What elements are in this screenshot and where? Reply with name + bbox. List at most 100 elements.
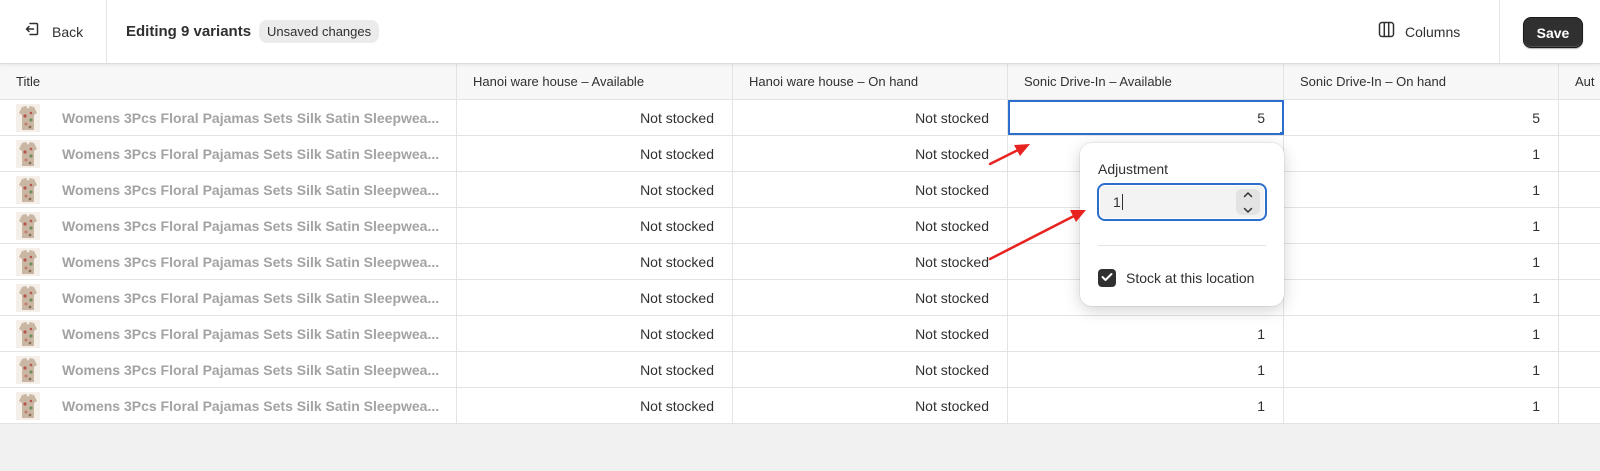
hanoi-available-cell[interactable]: Not stocked (457, 172, 733, 207)
exit-arrow-icon (24, 21, 40, 42)
variant-title: Womens 3Pcs Floral Pajamas Sets Silk Sat… (62, 361, 440, 378)
variant-title: Womens 3Pcs Floral Pajamas Sets Silk Sat… (62, 181, 440, 198)
sonic-available-cell-selected[interactable]: 5 (1008, 100, 1284, 135)
column-header-title[interactable]: Title (0, 64, 457, 99)
title-cell[interactable]: Womens 3Pcs Floral Pajamas Sets Silk Sat… (0, 244, 457, 279)
column-header-sonic-available[interactable]: Sonic Drive-In – Available (1008, 64, 1284, 99)
sonic-available-cell[interactable]: 1 (1008, 316, 1284, 351)
hanoi-available-cell[interactable]: Not stocked (457, 280, 733, 315)
columns-label: Columns (1405, 23, 1461, 40)
popover-divider (1098, 245, 1266, 246)
truncated-cell[interactable] (1559, 316, 1600, 351)
truncated-cell[interactable] (1559, 136, 1600, 171)
product-thumbnail (16, 283, 40, 312)
chevron-up-icon[interactable] (1242, 186, 1254, 202)
table-row: Womens 3Pcs Floral Pajamas Sets Silk Sat… (0, 280, 1600, 316)
sonic-on-hand-cell[interactable]: 1 (1284, 388, 1559, 423)
sonic-on-hand-cell[interactable]: 1 (1284, 316, 1559, 351)
hanoi-on-hand-cell[interactable]: Not stocked (733, 244, 1008, 279)
column-header-hanoi-available[interactable]: Hanoi ware house – Available (457, 64, 733, 99)
sonic-on-hand-cell[interactable]: 1 (1284, 172, 1559, 207)
sonic-on-hand-cell[interactable]: 5 (1284, 100, 1559, 135)
hanoi-available-cell[interactable]: Not stocked (457, 208, 733, 243)
truncated-cell[interactable] (1559, 352, 1600, 387)
back-button[interactable]: Back (0, 0, 107, 63)
sonic-on-hand-cell[interactable]: 1 (1284, 244, 1559, 279)
sonic-on-hand-cell[interactable]: 1 (1284, 136, 1559, 171)
hanoi-available-cell[interactable]: Not stocked (457, 316, 733, 351)
quantity-stepper[interactable] (1236, 189, 1260, 215)
hanoi-on-hand-cell[interactable]: Not stocked (733, 172, 1008, 207)
title-cell[interactable]: Womens 3Pcs Floral Pajamas Sets Silk Sat… (0, 136, 457, 171)
title-cell[interactable]: Womens 3Pcs Floral Pajamas Sets Silk Sat… (0, 388, 457, 423)
sonic-on-hand-cell[interactable]: 1 (1284, 352, 1559, 387)
table-row: Womens 3Pcs Floral Pajamas Sets Silk Sat… (0, 100, 1600, 136)
hanoi-on-hand-cell[interactable]: Not stocked (733, 280, 1008, 315)
title-cell[interactable]: Womens 3Pcs Floral Pajamas Sets Silk Sat… (0, 100, 457, 135)
title-cell[interactable]: Womens 3Pcs Floral Pajamas Sets Silk Sat… (0, 316, 457, 351)
truncated-cell[interactable] (1559, 388, 1600, 423)
variant-title: Womens 3Pcs Floral Pajamas Sets Silk Sat… (62, 217, 440, 234)
table-row: Womens 3Pcs Floral Pajamas Sets Silk Sat… (0, 316, 1600, 352)
column-header-sonic-on-hand[interactable]: Sonic Drive-In – On hand (1284, 64, 1559, 99)
title-cell[interactable]: Womens 3Pcs Floral Pajamas Sets Silk Sat… (0, 352, 457, 387)
table-row: Womens 3Pcs Floral Pajamas Sets Silk Sat… (0, 172, 1600, 208)
columns-icon (1378, 21, 1395, 43)
hanoi-on-hand-cell[interactable]: Not stocked (733, 100, 1008, 135)
stock-at-location-label: Stock at this location (1126, 270, 1255, 286)
title-cell[interactable]: Womens 3Pcs Floral Pajamas Sets Silk Sat… (0, 280, 457, 315)
hanoi-on-hand-cell[interactable]: Not stocked (733, 352, 1008, 387)
truncated-cell[interactable] (1559, 244, 1600, 279)
hanoi-available-cell[interactable]: Not stocked (457, 244, 733, 279)
hanoi-available-cell[interactable]: Not stocked (457, 352, 733, 387)
table-row: Womens 3Pcs Floral Pajamas Sets Silk Sat… (0, 208, 1600, 244)
hanoi-available-cell[interactable]: Not stocked (457, 388, 733, 423)
title-cell[interactable]: Womens 3Pcs Floral Pajamas Sets Silk Sat… (0, 172, 457, 207)
hanoi-available-cell[interactable]: Not stocked (457, 100, 733, 135)
variant-title: Womens 3Pcs Floral Pajamas Sets Silk Sat… (62, 289, 440, 306)
variant-title: Womens 3Pcs Floral Pajamas Sets Silk Sat… (62, 253, 440, 270)
column-header-truncated[interactable]: Aut (1559, 64, 1600, 99)
checkbox-checked[interactable] (1098, 269, 1116, 287)
product-thumbnail (16, 139, 40, 168)
sonic-available-cell[interactable]: 1 (1008, 352, 1284, 387)
status-badge: Unsaved changes (259, 20, 380, 43)
toolbar-divider (1499, 0, 1500, 63)
chevron-down-icon[interactable] (1242, 202, 1254, 218)
adjustment-value: 1 (1113, 194, 1121, 210)
hanoi-on-hand-cell[interactable]: Not stocked (733, 388, 1008, 423)
adjustment-label: Adjustment (1098, 161, 1169, 177)
truncated-cell[interactable] (1559, 280, 1600, 315)
top-bar: Back Editing 9 variants Unsaved changes … (0, 0, 1600, 64)
truncated-cell[interactable] (1559, 172, 1600, 207)
hanoi-on-hand-cell[interactable]: Not stocked (733, 136, 1008, 171)
title-area: Editing 9 variants Unsaved changes (126, 0, 380, 63)
table-row: Womens 3Pcs Floral Pajamas Sets Silk Sat… (0, 352, 1600, 388)
hanoi-on-hand-cell[interactable]: Not stocked (733, 316, 1008, 351)
truncated-cell[interactable] (1559, 208, 1600, 243)
table-row: Womens 3Pcs Floral Pajamas Sets Silk Sat… (0, 388, 1600, 424)
table-row: Womens 3Pcs Floral Pajamas Sets Silk Sat… (0, 244, 1600, 280)
column-header-hanoi-on-hand[interactable]: Hanoi ware house – On hand (733, 64, 1008, 99)
save-button[interactable]: Save (1523, 17, 1583, 48)
table-row: Womens 3Pcs Floral Pajamas Sets Silk Sat… (0, 136, 1600, 172)
title-cell[interactable]: Womens 3Pcs Floral Pajamas Sets Silk Sat… (0, 208, 457, 243)
hanoi-available-cell[interactable]: Not stocked (457, 136, 733, 171)
variants-grid: Title Hanoi ware house – Available Hanoi… (0, 64, 1600, 424)
sonic-available-cell[interactable]: 1 (1008, 388, 1284, 423)
truncated-cell[interactable] (1559, 100, 1600, 135)
hanoi-on-hand-cell[interactable]: Not stocked (733, 208, 1008, 243)
sonic-on-hand-cell[interactable]: 1 (1284, 208, 1559, 243)
product-thumbnail (16, 211, 40, 240)
checkmark-icon (1101, 269, 1113, 287)
adjustment-input[interactable]: 1 (1097, 183, 1267, 221)
text-caret (1121, 194, 1123, 210)
product-thumbnail (16, 247, 40, 276)
sonic-on-hand-cell[interactable]: 1 (1284, 280, 1559, 315)
stock-at-location-checkbox[interactable]: Stock at this location (1098, 269, 1254, 287)
product-thumbnail (16, 103, 40, 132)
variant-title: Womens 3Pcs Floral Pajamas Sets Silk Sat… (62, 145, 440, 162)
variant-title: Womens 3Pcs Floral Pajamas Sets Silk Sat… (62, 325, 440, 342)
adjustment-popover: Adjustment 1 Stock at this location (1080, 143, 1284, 306)
columns-button[interactable]: Columns (1378, 0, 1460, 63)
